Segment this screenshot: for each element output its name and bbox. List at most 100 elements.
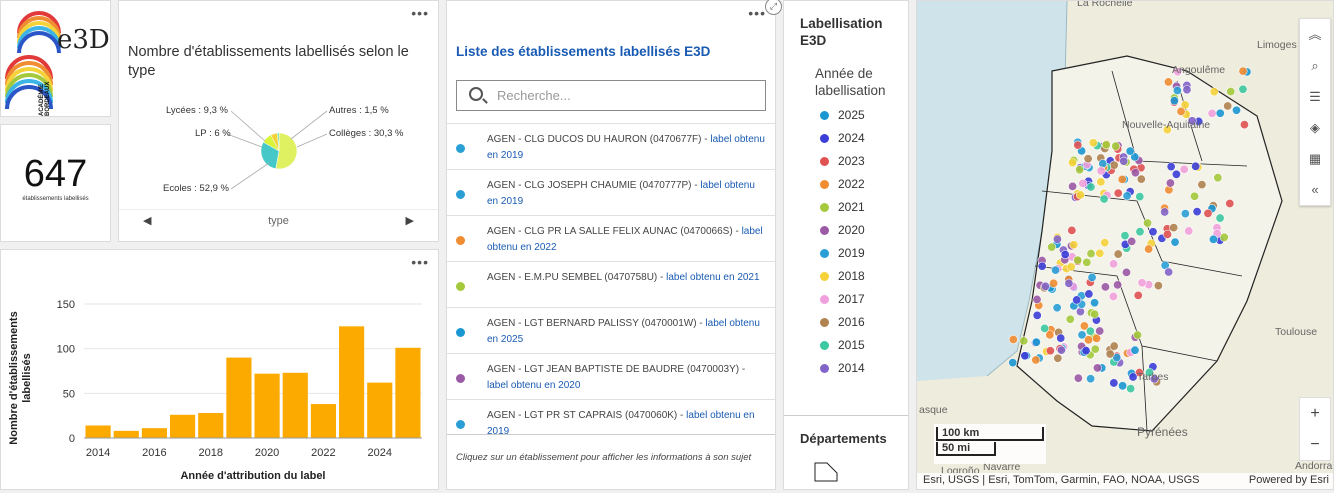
map-point — [1052, 303, 1062, 313]
bar-chart-panel: ••• 0 50 100 150 2014 2016 2018 2020 2022 2024 Ann… — [0, 249, 439, 490]
x-tick-label: 2016 — [142, 447, 166, 459]
map-point — [1032, 310, 1042, 320]
expand-icon[interactable]: ⤢ — [765, 0, 782, 15]
divider — [784, 415, 908, 416]
more-options-icon[interactable]: ••• — [411, 254, 429, 270]
next-arrow-icon[interactable]: ▶ — [406, 214, 414, 227]
legend-rows: 2025 2024 2023 2022 2021 2020 2019 2018 2017 2016… — [820, 108, 865, 384]
map-point — [1008, 335, 1018, 345]
legend-swatch — [820, 203, 829, 212]
map-point — [1128, 372, 1138, 382]
map-point — [1238, 84, 1248, 94]
pie-label-ecoles: Ecoles : 52,9 % — [163, 183, 230, 194]
legend-row: 2025 — [820, 108, 865, 131]
x-tick-label: 2020 — [255, 447, 279, 459]
list-item[interactable]: AGEN - CLG PR LA SALLE FELIX AUNAC (0470… — [447, 215, 775, 261]
zoom-in-button[interactable]: + — [1300, 398, 1330, 429]
list-item[interactable]: AGEN - CLG DUCOS DU HAURON (0470677F) - … — [447, 123, 775, 169]
collapse-icon[interactable]: ︽ — [1300, 19, 1330, 50]
more-options-icon[interactable]: ••• — [748, 5, 766, 21]
logo-text: e3D — [57, 25, 110, 55]
item-name: AGEN - CLG PR LA SALLE FELIX AUNAC (0470… — [487, 226, 742, 237]
map-point — [1117, 174, 1127, 184]
map-point — [1215, 213, 1225, 223]
legend-label: 2020 — [838, 223, 865, 237]
year-dot-icon — [456, 328, 465, 337]
logo-subtext: ACADÉMIE BORDEAUX — [39, 81, 51, 116]
scale-mi: 50 mi — [936, 442, 996, 456]
map-point — [1088, 138, 1098, 148]
pie-label-colleges: Collèges : 30,3 % — [329, 128, 404, 139]
map-point — [1099, 194, 1109, 204]
map-point — [1084, 335, 1094, 345]
map-point — [1073, 373, 1083, 383]
map-point — [1095, 326, 1105, 336]
map-point — [1180, 209, 1190, 219]
x-tick-label: 2024 — [368, 447, 392, 459]
map-point — [1190, 191, 1200, 201]
year-dot-icon — [456, 236, 465, 245]
map-label: La Rochelle — [1077, 0, 1133, 9]
legend-swatch — [820, 364, 829, 373]
map-point — [1078, 178, 1088, 188]
logo-stripes — [5, 11, 61, 110]
chevron-left-icon[interactable]: « — [1300, 174, 1330, 205]
map-point — [1153, 281, 1163, 291]
legend-row: 2014 — [820, 361, 865, 384]
legend-swatch — [820, 295, 829, 304]
map-point — [1031, 337, 1041, 347]
list-icon[interactable]: ☰ — [1300, 81, 1330, 112]
legend-label: 2024 — [838, 131, 865, 145]
map-point — [1069, 240, 1079, 250]
map-point — [1208, 234, 1218, 244]
list-item[interactable]: AGEN - LGT JEAN BAPTISTE DE BAUDRE (0470… — [447, 353, 775, 399]
year-dot-icon — [456, 374, 465, 383]
map-label: Andorra — [1295, 460, 1333, 472]
map-point — [1085, 326, 1095, 336]
legend-row: 2020 — [820, 223, 865, 246]
legend-label: 2022 — [838, 177, 865, 191]
x-tick-label: 2018 — [199, 447, 223, 459]
bar — [141, 428, 167, 438]
pie-chart-panel: ••• Nombre d'établissements labellisés s… — [118, 0, 439, 242]
list-item[interactable]: AGEN - LGT BERNARD PALISSY (0470001W) - … — [447, 307, 775, 353]
map-label: Angoulême — [1172, 64, 1226, 76]
pie-chart — [226, 110, 328, 190]
map-label: Limoges — [1257, 39, 1297, 51]
qr-icon[interactable]: ▦ — [1300, 143, 1330, 174]
pie-leader-line — [230, 162, 270, 190]
map-point — [1101, 140, 1111, 150]
map-canvas[interactable] — [917, 1, 1334, 490]
map-point — [1144, 244, 1154, 254]
map-point — [1083, 154, 1093, 164]
map-point — [1045, 346, 1055, 356]
map-point — [1164, 267, 1174, 277]
legend-swatch — [820, 249, 829, 258]
map-point — [1060, 250, 1070, 260]
bar — [198, 412, 224, 438]
map-toolbar: ︽ ⌕ ☰ ◈ ▦ « — [1299, 18, 1331, 206]
polygon-symbol-icon — [814, 462, 838, 482]
zoom-out-button[interactable]: − — [1300, 429, 1330, 460]
list-item[interactable]: AGEN - CLG JOSEPH CHAUMIE (0470777P) - l… — [447, 169, 775, 215]
map-point — [1111, 141, 1121, 151]
powered-by[interactable]: Powered by Esri — [1249, 474, 1329, 486]
map-point — [1100, 282, 1110, 292]
year-dot-icon — [456, 282, 465, 291]
map-view[interactable]: La Rochelle Limoges Angoulême Nouvelle-A… — [916, 0, 1334, 490]
map-point — [1066, 262, 1076, 272]
search-icon[interactable]: ⌕ — [1300, 50, 1330, 81]
list-item[interactable]: AGEN - E.M.PU SEMBEL (0470758U) - label … — [447, 261, 775, 307]
map-label: Toulouse — [1275, 326, 1318, 338]
map-label: Pyrénées — [1137, 425, 1188, 439]
map-label: Tarbes — [1137, 371, 1169, 383]
legend-swatch — [820, 272, 829, 281]
map-point — [1133, 290, 1143, 300]
map-point — [1169, 223, 1179, 233]
legend-swatch — [820, 134, 829, 143]
pie-nav-label: type — [268, 215, 289, 227]
layers-icon[interactable]: ◈ — [1300, 112, 1330, 143]
map-attribution: Esri, USGS | Esri, TomTom, Garmin, FAO, … — [917, 473, 1333, 489]
search-input[interactable]: Recherche... — [456, 80, 766, 111]
scale-bar: 100 km 50 mi — [934, 424, 1046, 464]
